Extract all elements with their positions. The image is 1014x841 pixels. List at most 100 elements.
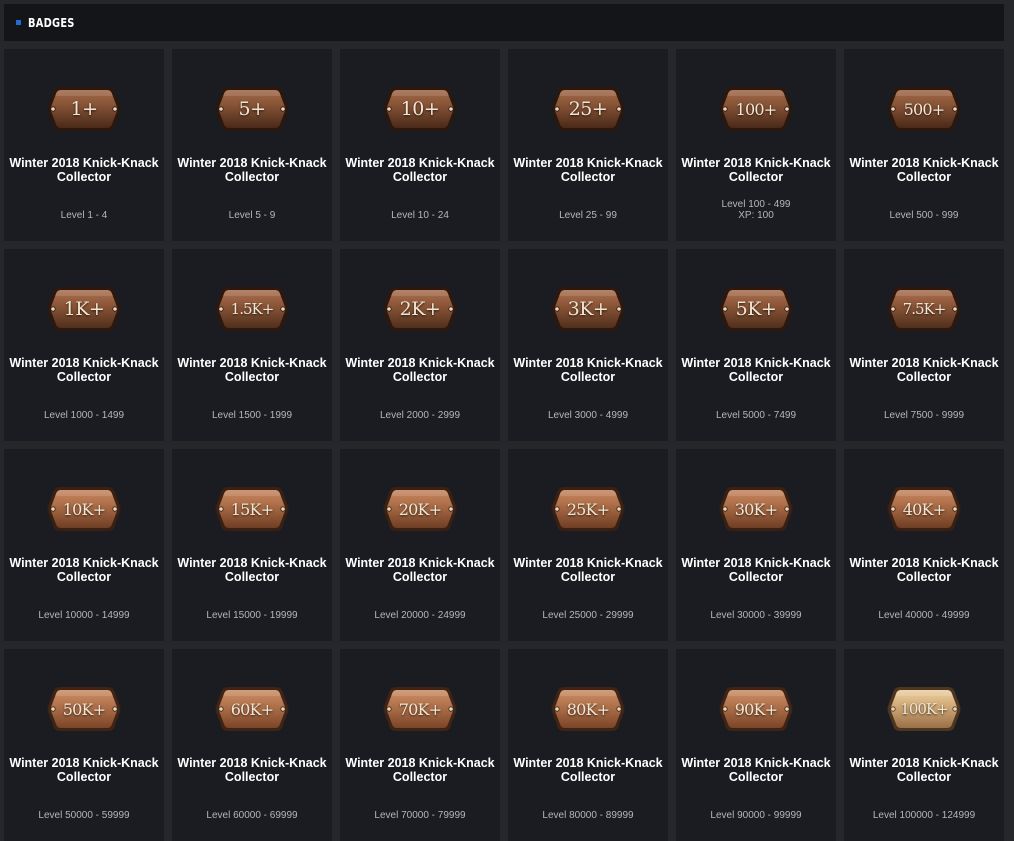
badge-card[interactable]: 70K+ Winter 2018 Knick-Knack Collector Lev… — [340, 649, 500, 841]
badge-tier-label: 1K+ — [63, 298, 105, 320]
badge-card[interactable]: 50K+ Winter 2018 Knick-Knack Collector Lev… — [4, 649, 164, 841]
badge-name: Winter 2018 Knick-Knack Collector — [681, 556, 831, 584]
badge-card[interactable]: 5+ Winter 2018 Knick-Knack Collector Level… — [172, 49, 332, 241]
badge-icon: 30K+ — [718, 484, 794, 534]
badge-icon: 60K+ — [214, 684, 290, 734]
badge-icon: 5+ — [214, 84, 290, 134]
badge-name: Winter 2018 Knick-Knack Collector — [849, 556, 999, 584]
badge-level-range: Level 5000 - 7499 — [676, 410, 836, 421]
badge-tier-label: 3K+ — [567, 298, 609, 320]
badge-name: Winter 2018 Knick-Knack Collector — [513, 356, 663, 384]
badge-card[interactable]: 80K+ Winter 2018 Knick-Knack Collector Lev… — [508, 649, 668, 841]
badge-icon: 3K+ — [550, 284, 626, 334]
badge-name: Winter 2018 Knick-Knack Collector — [177, 156, 327, 184]
badge-card[interactable]: 1+ Winter 2018 Knick-Knack Collector Level… — [4, 49, 164, 241]
badge-level-text: Level 100 - 499 — [721, 199, 791, 210]
badge-card[interactable]: 5K+ Winter 2018 Knick-Knack Collector Leve… — [676, 249, 836, 441]
badge-level-text: Level 50000 - 59999 — [38, 810, 130, 821]
badge-level-range: Level 80000 - 89999 — [508, 810, 668, 821]
badge-tier-label: 70K+ — [398, 699, 442, 719]
badge-card[interactable]: 60K+ Winter 2018 Knick-Knack Collector Lev… — [172, 649, 332, 841]
badge-card[interactable]: 7.5K+ Winter 2018 Knick-Knack Collector Le… — [844, 249, 1004, 441]
badge-level-range: Level 100000 - 124999 — [844, 810, 1004, 821]
badge-name: Winter 2018 Knick-Knack Collector — [177, 556, 327, 584]
badge-tier-label: 40K+ — [902, 499, 946, 519]
badge-level-range: Level 25000 - 29999 — [508, 610, 668, 621]
section-marker-icon — [16, 20, 21, 25]
badge-card[interactable]: 25+ Winter 2018 Knick-Knack Collector Leve… — [508, 49, 668, 241]
badge-level-text: Level 25 - 99 — [559, 210, 617, 221]
badge-name: Winter 2018 Knick-Knack Collector — [681, 756, 831, 784]
badge-name: Winter 2018 Knick-Knack Collector — [345, 156, 495, 184]
badge-level-text: Level 90000 - 99999 — [710, 810, 802, 821]
badge-tier-label: 10K+ — [62, 499, 106, 519]
badge-level-text: Level 5 - 9 — [228, 210, 276, 221]
badge-name: Winter 2018 Knick-Knack Collector — [177, 756, 327, 784]
badge-icon: 500+ — [886, 84, 962, 134]
badge-level-text: Level 80000 - 89999 — [542, 810, 634, 821]
badge-level-text: Level 70000 - 79999 — [374, 810, 466, 821]
badge-icon: 40K+ — [886, 484, 962, 534]
badge-icon: 1K+ — [46, 284, 122, 334]
badge-level-range: Level 60000 - 69999 — [172, 810, 332, 821]
section-title: BADGES — [28, 15, 75, 30]
badge-tier-label: 25K+ — [566, 499, 610, 519]
badge-level-text: Level 25000 - 29999 — [542, 610, 634, 621]
badge-icon: 10+ — [382, 84, 458, 134]
badge-level-range: Level 10 - 24 — [340, 210, 500, 221]
badge-level-range: Level 100 - 499 XP: 100 — [676, 199, 836, 221]
badge-card[interactable]: 500+ Winter 2018 Knick-Knack Collector Lev… — [844, 49, 1004, 241]
badge-level-text: Level 3000 - 4999 — [547, 410, 629, 421]
badge-card[interactable]: 100+ Winter 2018 Knick-Knack Collector Lev… — [676, 49, 836, 241]
badge-level-range: Level 500 - 999 — [844, 210, 1004, 221]
badge-tier-label: 100+ — [735, 99, 778, 119]
badge-icon: 50K+ — [46, 684, 122, 734]
badge-card[interactable]: 10+ Winter 2018 Knick-Knack Collector Leve… — [340, 49, 500, 241]
badge-card[interactable]: 10K+ Winter 2018 Knick-Knack Collector Lev… — [4, 449, 164, 641]
badge-level-text: Level 30000 - 39999 — [710, 610, 802, 621]
badge-level-text: Level 7500 - 9999 — [883, 410, 965, 421]
badge-level-text: Level 20000 - 24999 — [374, 610, 466, 621]
badge-name: Winter 2018 Knick-Knack Collector — [513, 156, 663, 184]
badge-card[interactable]: 40K+ Winter 2018 Knick-Knack Collector Lev… — [844, 449, 1004, 641]
badge-icon: 1.5K+ — [214, 284, 290, 334]
badge-name: Winter 2018 Knick-Knack Collector — [849, 156, 999, 184]
badge-name: Winter 2018 Knick-Knack Collector — [177, 356, 327, 384]
badge-icon: 7.5K+ — [886, 284, 962, 334]
badge-name: Winter 2018 Knick-Knack Collector — [9, 156, 159, 184]
badge-icon: 70K+ — [382, 684, 458, 734]
badge-card[interactable]: 100K+ Winter 2018 Knick-Knack Collector Le… — [844, 649, 1004, 841]
badge-icon: 1+ — [46, 84, 122, 134]
badge-level-range: Level 20000 - 24999 — [340, 610, 500, 621]
badge-tier-label: 10+ — [400, 98, 440, 120]
badge-name: Winter 2018 Knick-Knack Collector — [345, 556, 495, 584]
badge-level-range: Level 3000 - 4999 — [508, 410, 668, 421]
badge-name: Winter 2018 Knick-Knack Collector — [9, 356, 159, 384]
badge-card[interactable]: 25K+ Winter 2018 Knick-Knack Collector Lev… — [508, 449, 668, 641]
badge-icon: 25+ — [550, 84, 626, 134]
badge-card[interactable]: 1K+ Winter 2018 Knick-Knack Collector Leve… — [4, 249, 164, 441]
badge-card[interactable]: 15K+ Winter 2018 Knick-Knack Collector Lev… — [172, 449, 332, 641]
badge-icon: 100+ — [718, 84, 794, 134]
badge-level-range: Level 7500 - 9999 — [844, 410, 1004, 421]
badge-card[interactable]: 20K+ Winter 2018 Knick-Knack Collector Lev… — [340, 449, 500, 641]
badge-name: Winter 2018 Knick-Knack Collector — [513, 756, 663, 784]
badge-card[interactable]: 2K+ Winter 2018 Knick-Knack Collector Leve… — [340, 249, 500, 441]
badge-level-text: Level 1500 - 1999 — [211, 410, 293, 421]
badge-card[interactable]: 3K+ Winter 2018 Knick-Knack Collector Leve… — [508, 249, 668, 441]
badge-card[interactable]: 30K+ Winter 2018 Knick-Knack Collector Lev… — [676, 449, 836, 641]
badge-level-text: Level 10 - 24 — [391, 210, 449, 221]
badge-icon: 100K+ — [886, 684, 962, 734]
badge-tier-label: 7.5K+ — [902, 300, 947, 318]
badge-icon: 90K+ — [718, 684, 794, 734]
badge-card[interactable]: 90K+ Winter 2018 Knick-Knack Collector Lev… — [676, 649, 836, 841]
badge-level-text: Level 15000 - 19999 — [206, 610, 298, 621]
badge-level-text: Level 1 - 4 — [60, 210, 108, 221]
badge-card[interactable]: 1.5K+ Winter 2018 Knick-Knack Collector Le… — [172, 249, 332, 441]
badge-name: Winter 2018 Knick-Knack Collector — [345, 756, 495, 784]
badge-level-range: Level 90000 - 99999 — [676, 810, 836, 821]
badge-level-text: Level 100000 - 124999 — [872, 810, 976, 821]
badge-tier-label: 500+ — [903, 99, 946, 119]
badge-tier-label: 60K+ — [230, 699, 274, 719]
badge-name: Winter 2018 Knick-Knack Collector — [513, 556, 663, 584]
